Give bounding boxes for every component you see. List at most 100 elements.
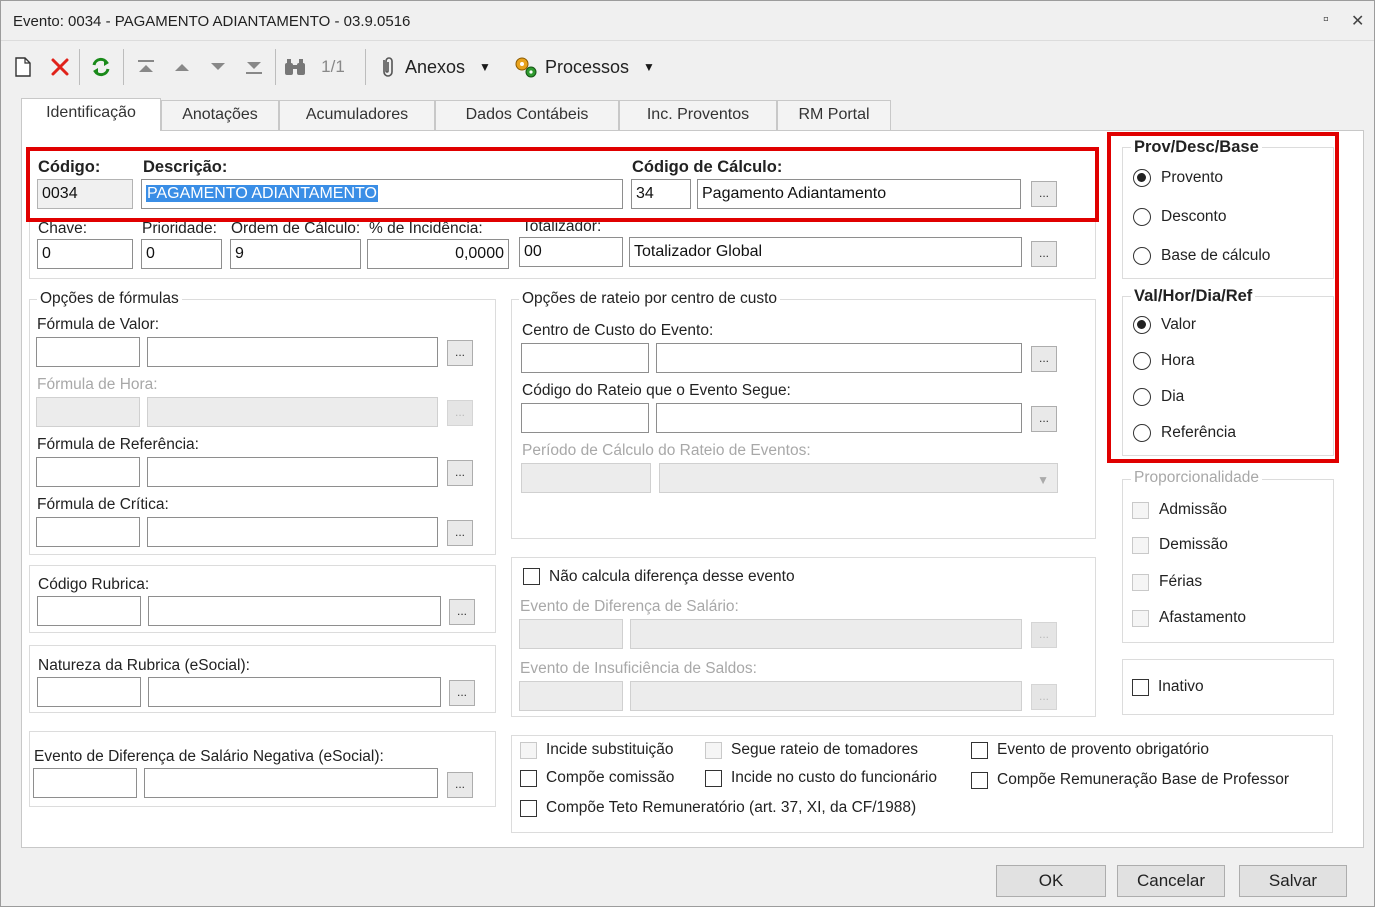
- diferenca-negativa-lookup-button[interactable]: ...: [447, 772, 473, 798]
- codigo-rateio-desc-field[interactable]: [656, 403, 1022, 433]
- incide-substituicao-label: Incide substituição: [546, 741, 674, 758]
- codigo-rubrica-code-field[interactable]: [37, 596, 141, 626]
- descricao-field[interactable]: PAGAMENTO ADIANTAMENTO: [141, 179, 623, 209]
- centro-custo-lookup-button[interactable]: ...: [1031, 346, 1057, 372]
- codigo-calculo-desc-field[interactable]: Pagamento Adiantamento: [697, 179, 1021, 209]
- formula-valor-desc-field[interactable]: [147, 337, 438, 367]
- formula-valor-code-field[interactable]: [36, 337, 140, 367]
- ok-button[interactable]: OK: [996, 865, 1106, 897]
- valor-radio[interactable]: [1133, 316, 1151, 334]
- tab-inc-proventos[interactable]: Inc. Proventos: [619, 100, 777, 130]
- evento-diferenca-label: Evento de Diferença de Salário:: [520, 598, 739, 615]
- formula-critica-code-field[interactable]: [36, 517, 140, 547]
- toolbar-separator: [79, 49, 80, 85]
- tab-rm-portal[interactable]: RM Portal: [777, 100, 891, 130]
- periodo-rateio-select: ▼: [659, 463, 1058, 493]
- toolbar-separator: [123, 49, 124, 85]
- delete-icon[interactable]: [47, 53, 73, 81]
- tab-dados-contabeis[interactable]: Dados Contábeis: [435, 100, 619, 130]
- incide-custo-label: Incide no custo do funcionário: [731, 769, 937, 786]
- compoe-comissao-checkbox[interactable]: [520, 770, 537, 787]
- provento-label: Provento: [1161, 169, 1224, 186]
- codigo-rateio-label: Código do Rateio que o Evento Segue:: [522, 382, 791, 399]
- formula-hora-code-field: [36, 397, 140, 427]
- save-button[interactable]: Salvar: [1239, 865, 1347, 897]
- codigo-rateio-code-field[interactable]: [521, 403, 649, 433]
- chevron-down-icon: ▼: [1037, 473, 1049, 487]
- toolbar-separator: [275, 49, 276, 85]
- centro-custo-code-field[interactable]: [521, 343, 649, 373]
- diferenca-negativa-code-field[interactable]: [33, 768, 137, 798]
- compoe-teto-checkbox[interactable]: [520, 800, 537, 817]
- restore-icon[interactable]: ▫: [1323, 11, 1329, 29]
- inativo-group: [1122, 659, 1334, 715]
- processes-menu[interactable]: Processos ▼: [513, 53, 663, 81]
- formula-critica-lookup-button[interactable]: ...: [447, 520, 473, 546]
- centro-custo-desc-field[interactable]: [656, 343, 1022, 373]
- codigo-rubrica-desc-field[interactable]: [148, 596, 441, 626]
- new-doc-icon[interactable]: [11, 53, 35, 81]
- binoculars-icon[interactable]: [281, 53, 309, 81]
- admissao-checkbox: [1132, 502, 1149, 519]
- codigo-calculo-lookup-button[interactable]: ...: [1031, 181, 1057, 207]
- hora-label: Hora: [1161, 352, 1195, 369]
- codigo-rubrica-lookup-button[interactable]: ...: [449, 599, 475, 625]
- desconto-radio[interactable]: [1133, 208, 1151, 226]
- codigo-rubrica-label: Código Rubrica:: [38, 576, 150, 593]
- demissao-checkbox: [1132, 537, 1149, 554]
- formula-critica-desc-field[interactable]: [147, 517, 438, 547]
- chevron-down-icon: ▼: [479, 60, 491, 74]
- formula-valor-lookup-button[interactable]: ...: [447, 340, 473, 366]
- diferenca-negativa-desc-field[interactable]: [144, 768, 438, 798]
- incide-custo-checkbox[interactable]: [705, 770, 722, 787]
- gears-icon: [515, 57, 537, 78]
- processes-label: Processos: [545, 56, 630, 77]
- referencia-radio[interactable]: [1133, 424, 1151, 442]
- formula-hora-desc-field: [147, 397, 438, 427]
- demissao-label: Demissão: [1159, 536, 1228, 553]
- natureza-rubrica-lookup-button[interactable]: ...: [449, 680, 475, 706]
- nao-calcula-diferenca-checkbox[interactable]: [523, 568, 540, 585]
- evento-insuficiencia-lookup-button: ...: [1031, 684, 1057, 710]
- descricao-label: Descrição:: [143, 158, 228, 176]
- codigo-calculo-field[interactable]: 34: [631, 179, 691, 209]
- natureza-rubrica-code-field[interactable]: [37, 677, 141, 707]
- formula-referencia-desc-field[interactable]: [147, 457, 438, 487]
- first-record-icon[interactable]: [133, 53, 159, 81]
- compoe-remuneracao-label: Compõe Remuneração Base de Professor: [997, 771, 1290, 788]
- valor-label: Valor: [1161, 316, 1197, 333]
- tab-anotacoes[interactable]: Anotações: [161, 100, 279, 130]
- close-icon[interactable]: ✕: [1351, 11, 1364, 31]
- diferenca-negativa-label: Evento de Diferença de Salário Negativa …: [34, 748, 384, 765]
- last-record-icon[interactable]: [241, 53, 267, 81]
- toolbar: 1/1 Anexos ▼ Processos ▼: [1, 43, 1374, 93]
- chevron-down-icon: ▼: [643, 60, 655, 74]
- attachments-menu[interactable]: Anexos ▼: [377, 53, 507, 81]
- provento-radio[interactable]: [1133, 169, 1151, 187]
- previous-record-icon[interactable]: [169, 53, 195, 81]
- inativo-checkbox[interactable]: [1132, 679, 1149, 696]
- val-hor-dia-ref-label: Val/Hor/Dia/Ref: [1131, 287, 1256, 306]
- refresh-icon[interactable]: [87, 53, 115, 81]
- hora-radio[interactable]: [1133, 352, 1151, 370]
- dia-radio[interactable]: [1133, 388, 1151, 406]
- next-record-icon[interactable]: [205, 53, 231, 81]
- codigo-rateio-lookup-button[interactable]: ...: [1031, 406, 1057, 432]
- formula-valor-label: Fórmula de Valor:: [37, 316, 160, 333]
- natureza-rubrica-desc-field[interactable]: [148, 677, 441, 707]
- formulas-group-label: Opções de fórmulas: [37, 290, 182, 308]
- formula-referencia-lookup-button[interactable]: ...: [447, 460, 473, 486]
- compoe-remuneracao-checkbox[interactable]: [971, 772, 988, 789]
- base-calculo-radio[interactable]: [1133, 247, 1151, 265]
- tab-identificacao[interactable]: Identificação: [21, 98, 161, 131]
- cancel-button[interactable]: Cancelar: [1117, 865, 1225, 897]
- evento-insuficiencia-code-field: [519, 681, 623, 711]
- formula-referencia-label: Fórmula de Referência:: [37, 436, 199, 453]
- codigo-field[interactable]: 0034: [37, 179, 133, 209]
- base-calculo-label: Base de cálculo: [1161, 247, 1271, 264]
- formula-referencia-code-field[interactable]: [36, 457, 140, 487]
- evento-obrigatorio-checkbox[interactable]: [971, 742, 988, 759]
- tab-acumuladores[interactable]: Acumuladores: [279, 100, 435, 130]
- periodo-rateio-code-field: [521, 463, 651, 493]
- prov-desc-base-label: Prov/Desc/Base: [1131, 138, 1262, 157]
